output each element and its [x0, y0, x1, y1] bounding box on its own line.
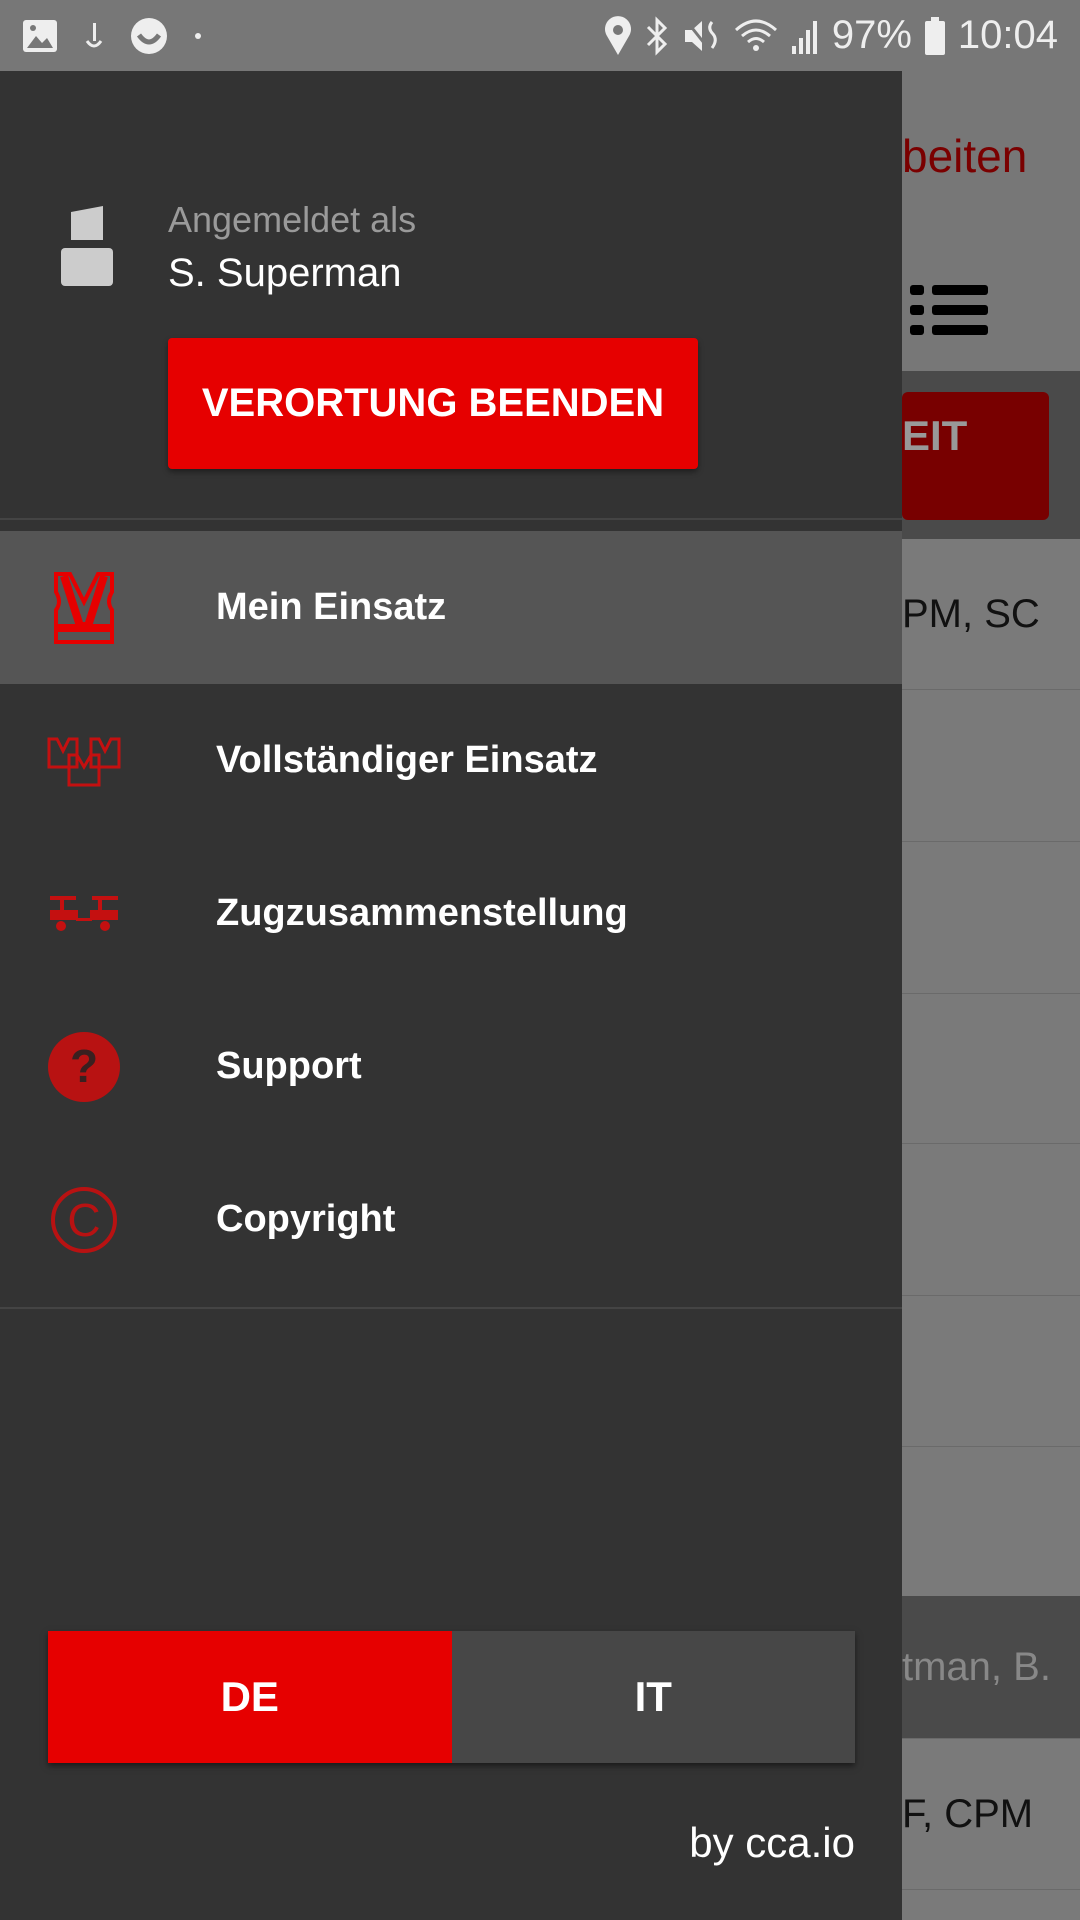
- navigation-drawer: Angemeldet als S. Superman VERORTUNG BEE…: [0, 71, 902, 1920]
- menu-item-copyright[interactable]: C Copyright: [0, 1143, 902, 1296]
- divider: [0, 1307, 902, 1309]
- dot-icon: [195, 32, 201, 39]
- battery-icon: [924, 16, 945, 55]
- team-vests-icon: [46, 723, 122, 799]
- list-item: [902, 843, 1080, 994]
- status-bar: 97% 10:04: [0, 0, 1080, 71]
- language-switch: DE IT: [48, 1631, 855, 1763]
- menu-item-label: Support: [216, 1045, 362, 1087]
- battery-percent: 97%: [831, 13, 912, 57]
- list-item: [902, 993, 1080, 1144]
- drawer-menu: Mein Einsatz Vollständiger Einsatz Zugzu…: [0, 531, 902, 1296]
- safety-vest-icon: [46, 570, 122, 646]
- background-title: beiten: [902, 130, 1028, 182]
- location-icon: [604, 15, 631, 55]
- bluetooth-icon: [646, 15, 667, 56]
- menu-item-mein-einsatz[interactable]: Mein Einsatz: [0, 531, 902, 684]
- menu-item-vollstaendiger-einsatz[interactable]: Vollständiger Einsatz: [0, 684, 902, 837]
- logged-in-label: Angemeldet als: [168, 199, 417, 240]
- gallery-icon: [23, 19, 57, 52]
- mute-icon: [683, 17, 717, 54]
- clock: 10:04: [957, 13, 1058, 57]
- user-name: S. Superman: [168, 251, 402, 295]
- train-cars-icon: [46, 876, 122, 952]
- list-item: F, CPM: [902, 1739, 1080, 1890]
- menu-item-support[interactable]: ? Support: [0, 990, 902, 1143]
- divider: [0, 518, 902, 520]
- end-location-button[interactable]: VERORTUNG BEENDEN: [168, 338, 698, 469]
- smiley-icon: [131, 17, 167, 54]
- list-item: [902, 1145, 1080, 1296]
- help-icon: ?: [46, 1029, 122, 1105]
- background-button: EIT: [902, 392, 1049, 520]
- download-icon: [85, 22, 103, 47]
- user-avatar-icon: [61, 206, 113, 286]
- list-item: tman, B.: [902, 1596, 1080, 1739]
- list-item: [902, 1446, 1080, 1597]
- menu-item-zugzusammenstellung[interactable]: Zugzusammenstellung: [0, 837, 902, 990]
- background-screen: beiten EIT PM, SC tman, B. F, CPM: [902, 71, 1080, 1920]
- list-item: [902, 1296, 1080, 1447]
- background-header: beiten: [902, 71, 1080, 371]
- signal-icon: [791, 20, 817, 54]
- list-item: [902, 691, 1080, 842]
- copyright-icon: C: [46, 1182, 122, 1258]
- wifi-icon: [734, 19, 777, 51]
- svg-text:?: ?: [70, 1040, 98, 1092]
- menu-item-label: Vollständiger Einsatz: [216, 739, 598, 781]
- menu-item-label: Copyright: [216, 1198, 396, 1240]
- menu-item-label: Zugzusammenstellung: [216, 892, 628, 934]
- footer-credit: by cca.io: [689, 1819, 855, 1866]
- menu-item-label: Mein Einsatz: [216, 586, 447, 628]
- svg-text:C: C: [67, 1194, 100, 1246]
- list-view-icon: [910, 285, 988, 335]
- background-band: EIT: [902, 371, 1080, 539]
- language-de-button[interactable]: DE: [48, 1631, 452, 1763]
- language-it-button[interactable]: IT: [451, 1631, 855, 1763]
- list-item: PM, SC: [902, 539, 1080, 690]
